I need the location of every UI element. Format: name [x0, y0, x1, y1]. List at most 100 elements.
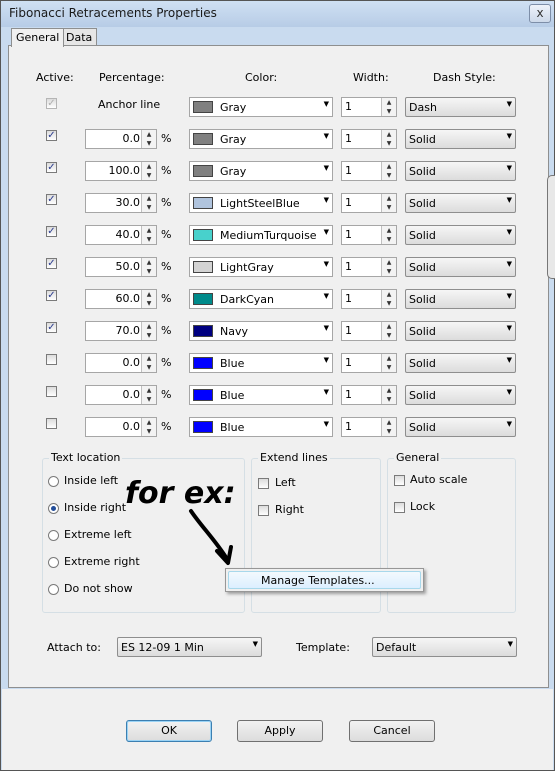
- stepper-arrows[interactable]: ▲ ▼: [141, 130, 156, 148]
- color-dropdown[interactable]: Gray ▼: [189, 97, 333, 117]
- percentage-stepper[interactable]: 0.0 ▲ ▼: [85, 353, 157, 373]
- dash-style-dropdown[interactable]: Dash ▼: [405, 97, 516, 117]
- stepper-arrows[interactable]: ▲ ▼: [381, 130, 396, 148]
- attach-to-dropdown[interactable]: ES 12-09 1 Min ▼: [117, 637, 262, 657]
- width-stepper[interactable]: 1 ▲ ▼: [341, 289, 397, 309]
- stepper-arrows[interactable]: ▲ ▼: [381, 194, 396, 212]
- stepper-arrows[interactable]: ▲ ▼: [141, 194, 156, 212]
- close-button[interactable]: x: [529, 4, 551, 23]
- arrow-down-icon[interactable]: ▼: [142, 331, 156, 340]
- stepper-arrows[interactable]: ▲ ▼: [381, 290, 396, 308]
- dash-style-dropdown[interactable]: Solid ▼: [405, 225, 516, 245]
- color-dropdown[interactable]: MediumTurquoise ▼: [189, 225, 333, 245]
- width-stepper[interactable]: 1 ▲ ▼: [341, 385, 397, 405]
- percentage-stepper[interactable]: 40.0 ▲ ▼: [85, 225, 157, 245]
- arrow-up-icon[interactable]: ▲: [382, 130, 396, 139]
- stepper-arrows[interactable]: ▲ ▼: [141, 226, 156, 244]
- stepper-arrows[interactable]: ▲ ▼: [381, 418, 396, 436]
- arrow-down-icon[interactable]: ▼: [142, 395, 156, 404]
- arrow-down-icon[interactable]: ▼: [382, 139, 396, 148]
- stepper-arrows[interactable]: ▲ ▼: [381, 226, 396, 244]
- color-dropdown[interactable]: LightGray ▼: [189, 257, 333, 277]
- arrow-up-icon[interactable]: ▲: [382, 258, 396, 267]
- arrow-up-icon[interactable]: ▲: [382, 98, 396, 107]
- width-stepper[interactable]: 1 ▲ ▼: [341, 321, 397, 341]
- stepper-arrows[interactable]: ▲ ▼: [381, 162, 396, 180]
- percentage-stepper[interactable]: 0.0 ▲ ▼: [85, 129, 157, 149]
- arrow-down-icon[interactable]: ▼: [382, 331, 396, 340]
- text-location-radio[interactable]: [48, 557, 59, 568]
- stepper-arrows[interactable]: ▲ ▼: [381, 322, 396, 340]
- arrow-up-icon[interactable]: ▲: [142, 354, 156, 363]
- dash-style-dropdown[interactable]: Solid ▼: [405, 385, 516, 405]
- width-stepper[interactable]: 1 ▲ ▼: [341, 257, 397, 277]
- template-dropdown[interactable]: Default ▼: [372, 637, 517, 657]
- arrow-down-icon[interactable]: ▼: [142, 235, 156, 244]
- level-active-checkbox[interactable]: ✓: [46, 226, 57, 237]
- stepper-arrows[interactable]: ▲ ▼: [141, 290, 156, 308]
- extend-right-checkbox[interactable]: [258, 505, 269, 516]
- arrow-down-icon[interactable]: ▼: [382, 363, 396, 372]
- color-dropdown[interactable]: Navy ▼: [189, 321, 333, 341]
- percentage-stepper[interactable]: 70.0 ▲ ▼: [85, 321, 157, 341]
- stepper-arrows[interactable]: ▲ ▼: [141, 258, 156, 276]
- stepper-arrows[interactable]: ▲ ▼: [381, 98, 396, 116]
- arrow-up-icon[interactable]: ▲: [382, 290, 396, 299]
- width-stepper[interactable]: 1 ▲ ▼: [341, 193, 397, 213]
- dash-style-dropdown[interactable]: Solid ▼: [405, 417, 516, 437]
- arrow-up-icon[interactable]: ▲: [382, 226, 396, 235]
- arrow-up-icon[interactable]: ▲: [142, 386, 156, 395]
- level-active-checkbox[interactable]: [46, 386, 57, 397]
- arrow-up-icon[interactable]: ▲: [382, 354, 396, 363]
- dash-style-dropdown[interactable]: Solid ▼: [405, 193, 516, 213]
- dash-style-dropdown[interactable]: Solid ▼: [405, 129, 516, 149]
- percentage-stepper[interactable]: 30.0 ▲ ▼: [85, 193, 157, 213]
- arrow-up-icon[interactable]: ▲: [142, 130, 156, 139]
- level-active-checkbox[interactable]: ✓: [46, 322, 57, 333]
- dash-style-dropdown[interactable]: Solid ▼: [405, 353, 516, 373]
- dash-style-dropdown[interactable]: Solid ▼: [405, 257, 516, 277]
- extend-left-checkbox[interactable]: [258, 478, 269, 489]
- arrow-up-icon[interactable]: ▲: [382, 322, 396, 331]
- stepper-arrows[interactable]: ▲ ▼: [141, 162, 156, 180]
- arrow-up-icon[interactable]: ▲: [382, 418, 396, 427]
- stepper-arrows[interactable]: ▲ ▼: [381, 258, 396, 276]
- arrow-up-icon[interactable]: ▲: [142, 322, 156, 331]
- text-location-radio[interactable]: [48, 584, 59, 595]
- percentage-stepper[interactable]: 50.0 ▲ ▼: [85, 257, 157, 277]
- arrow-down-icon[interactable]: ▼: [382, 427, 396, 436]
- arrow-down-icon[interactable]: ▼: [382, 395, 396, 404]
- level-active-checkbox[interactable]: [46, 418, 57, 429]
- arrow-up-icon[interactable]: ▲: [142, 162, 156, 171]
- arrow-up-icon[interactable]: ▲: [382, 162, 396, 171]
- arrow-down-icon[interactable]: ▼: [382, 203, 396, 212]
- stepper-arrows[interactable]: ▲ ▼: [141, 322, 156, 340]
- dash-style-dropdown[interactable]: Solid ▼: [405, 289, 516, 309]
- arrow-down-icon[interactable]: ▼: [382, 171, 396, 180]
- arrow-up-icon[interactable]: ▲: [382, 194, 396, 203]
- arrow-down-icon[interactable]: ▼: [142, 299, 156, 308]
- level-active-checkbox[interactable]: ✓: [46, 130, 57, 141]
- percentage-stepper[interactable]: 100.0 ▲ ▼: [85, 161, 157, 181]
- level-active-checkbox[interactable]: ✓: [46, 162, 57, 173]
- arrow-up-icon[interactable]: ▲: [142, 194, 156, 203]
- color-dropdown[interactable]: Gray ▼: [189, 129, 333, 149]
- stepper-arrows[interactable]: ▲ ▼: [381, 354, 396, 372]
- arrow-down-icon[interactable]: ▼: [382, 267, 396, 276]
- cancel-button[interactable]: Cancel: [349, 720, 435, 742]
- color-dropdown[interactable]: LightSteelBlue ▼: [189, 193, 333, 213]
- stepper-arrows[interactable]: ▲ ▼: [381, 386, 396, 404]
- width-stepper[interactable]: 1 ▲ ▼: [341, 417, 397, 437]
- level-active-checkbox[interactable]: ✓: [46, 258, 57, 269]
- width-stepper[interactable]: 1 ▲ ▼: [341, 353, 397, 373]
- tab-data[interactable]: Data: [61, 28, 98, 46]
- text-location-radio[interactable]: [48, 530, 59, 541]
- arrow-down-icon[interactable]: ▼: [382, 299, 396, 308]
- dash-style-dropdown[interactable]: Solid ▼: [405, 161, 516, 181]
- arrow-down-icon[interactable]: ▼: [142, 203, 156, 212]
- percentage-stepper[interactable]: 0.0 ▲ ▼: [85, 417, 157, 437]
- arrow-down-icon[interactable]: ▼: [142, 363, 156, 372]
- color-dropdown[interactable]: Gray ▼: [189, 161, 333, 181]
- arrow-down-icon[interactable]: ▼: [142, 139, 156, 148]
- ok-button[interactable]: OK: [126, 720, 212, 742]
